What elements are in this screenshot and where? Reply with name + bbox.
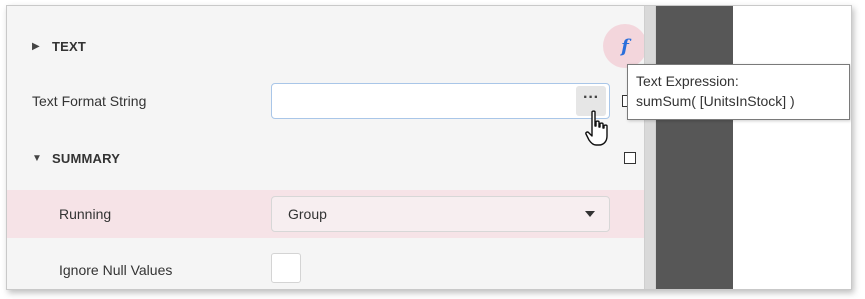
design-surface [733,6,851,289]
tooltip-line-1: Text Expression: [636,73,739,89]
panel-splitter[interactable] [644,6,656,289]
running-label: Running [59,206,112,222]
properties-panel: ▶ TEXT f Text Format String ··· ▼ SUMMAR… [7,6,647,289]
down-triangle-icon: ▼ [32,152,42,164]
running-select-value: Group [288,206,327,222]
section-header-summary[interactable]: ▼ SUMMARY [7,143,644,173]
expression-tooltip: Text Expression: sumSum( [UnitsInStock] … [627,64,850,120]
properties-window: ▶ TEXT f Text Format String ··· ▼ SUMMAR… [6,5,852,290]
text-format-string-label: Text Format String [32,93,147,109]
hand-pointer-icon [585,110,608,146]
summary-modifier-checkbox[interactable] [624,152,636,164]
section-title-summary: SUMMARY [52,150,121,166]
right-triangle-icon: ▶ [32,40,40,52]
chevron-down-icon [585,211,595,217]
tooltip-line-2: sumSum( [UnitsInStock] ) [636,93,795,109]
ignore-null-values-label: Ignore Null Values [59,262,173,278]
row-ignore-null-values: Ignore Null Values [7,246,644,289]
running-select[interactable]: Group [271,196,610,232]
section-header-text[interactable]: ▶ TEXT [7,31,644,61]
ignore-null-values-checkbox[interactable] [271,253,301,283]
function-icon: f [621,35,629,57]
text-format-string-input[interactable] [271,83,610,119]
fx-expression-button[interactable]: f [603,24,647,68]
section-title-text: TEXT [52,38,87,54]
side-toolbar [656,6,733,289]
